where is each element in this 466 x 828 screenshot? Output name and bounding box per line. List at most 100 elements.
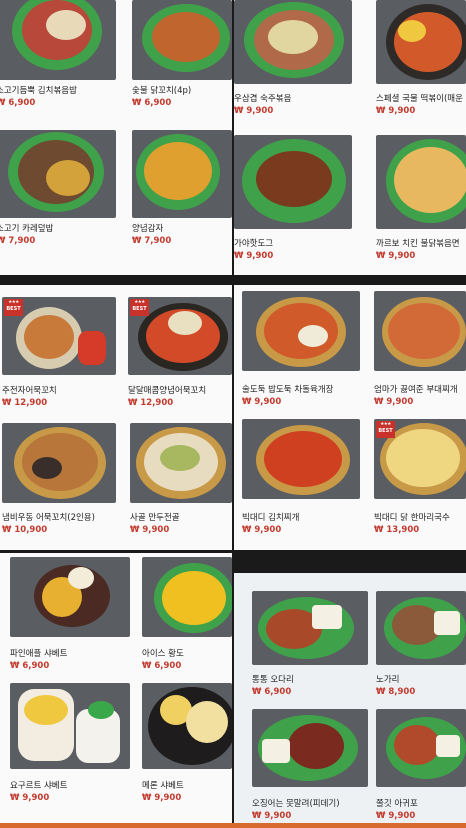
menu-item-name: 숯불 닭꼬치(4p): [132, 86, 192, 96]
menu-item-name: 가야핫도그: [234, 239, 274, 249]
menu-item[interactable]: 요구르트 샤베트 ₩ 9,900: [10, 683, 130, 818]
menu-item-name: 주전자어묵꼬치: [2, 386, 57, 396]
menu-item-name: 술도둑 밥도둑 차돌육개장: [242, 385, 334, 395]
menu-item-name: 빅대디 김치찌개: [242, 513, 300, 523]
menu-item-photo: [234, 0, 352, 84]
menu-item[interactable]: 숯불 닭꼬치(4p) ₩ 6,900: [132, 0, 232, 125]
menu-item-price: ₩ 6,900: [132, 98, 172, 108]
menu-item-price: ₩ 9,900: [374, 397, 414, 407]
menu-item-price: ₩ 9,900: [130, 525, 170, 535]
menu-item-name: 오징어는 못말려(피데기): [252, 799, 340, 809]
menu-item[interactable]: ★★★ BEST 달달매콤양념어묵꼬치 ₩ 12,900: [128, 297, 232, 415]
menu-item[interactable]: 양념감자 ₩ 7,900: [132, 130, 232, 275]
menu-item-photo: [132, 0, 232, 80]
menu-item[interactable]: 가야핫도그 ₩ 9,900: [234, 135, 352, 275]
menu-item-price: ₩ 9,900: [234, 106, 274, 116]
menu-item-name: 사골 만두전골: [130, 513, 180, 523]
menu-item[interactable]: 소고기듬뿍 김치볶음밥 ₩ 6,900: [0, 0, 116, 125]
menu-item[interactable]: 스페셜 국물 떡볶이(매운 ₩ 9,900: [376, 0, 466, 125]
menu-item-price: ₩ 6,900: [142, 661, 182, 671]
menu-item-price: ₩ 8,900: [376, 687, 416, 697]
menu-item[interactable]: 우삼겹 숙주볶음 ₩ 9,900: [234, 0, 352, 125]
menu-item-photo: [142, 683, 232, 769]
menu-panel-5: 파인애플 샤베트 ₩ 6,900 아이스 황도 ₩ 6,900 요구르트 샤베트…: [0, 553, 232, 823]
menu-item-name: 까르보 치킨 불닭볶음면: [376, 239, 460, 249]
menu-item-price: ₩ 12,900: [2, 398, 48, 408]
menu-item-price: ₩ 7,900: [132, 236, 172, 246]
menu-item[interactable]: 통통 오다리 ₩ 6,900: [252, 591, 368, 703]
menu-item-name: 메론 샤베트: [142, 781, 184, 791]
menu-item[interactable]: 노가리 ₩ 8,900: [376, 591, 466, 703]
menu-item-photo: ★★★ BEST: [128, 297, 232, 375]
menu-item-name: 냄비우동 어묵꼬치(2인용): [2, 513, 95, 523]
menu-item-photo: [252, 709, 368, 787]
menu-item-photo: [252, 591, 368, 665]
menu-item-price: ₩ 9,900: [234, 251, 274, 261]
menu-item-photo: [242, 419, 360, 499]
menu-item[interactable]: 엄마가 끓여준 부대찌개 ₩ 9,900: [374, 291, 466, 413]
menu-item-name: 우삼겹 숙주볶음: [234, 94, 292, 104]
menu-item-name: 요구르트 샤베트: [10, 781, 68, 791]
menu-item-name: 빅대디 닭 한마리국수: [374, 513, 450, 523]
menu-item-name: 통통 오다리: [252, 675, 294, 685]
menu-item[interactable]: 파인애플 샤베트 ₩ 6,900: [10, 557, 130, 679]
menu-item-photo: [132, 130, 232, 218]
menu-item-price: ₩ 6,900: [252, 687, 292, 697]
menu-item[interactable]: ★★★ BEST 주전자어묵꼬치 ₩ 12,900: [2, 297, 116, 415]
menu-item[interactable]: 소고기 카레덮밥 ₩ 7,900: [0, 130, 116, 275]
menu-item[interactable]: 빅대디 김치찌개 ₩ 9,900: [242, 419, 360, 543]
menu-item-name: 노가리: [376, 675, 400, 685]
menu-item[interactable]: 오징어는 못말려(피데기) ₩ 9,900: [252, 709, 368, 823]
menu-item-photo: [0, 0, 116, 80]
menu-panel-3: ★★★ BEST 주전자어묵꼬치 ₩ 12,900 ★★★ BEST 달달매콤양념어…: [0, 285, 232, 550]
menu-item-price: ₩ 9,900: [376, 106, 416, 116]
menu-item[interactable]: 까르보 치킨 불닭볶음면 ₩ 9,900: [376, 135, 466, 275]
menu-item-photo: [2, 423, 116, 503]
menu-panel-1: 소고기듬뿍 김치볶음밥 ₩ 6,900 숯불 닭꼬치(4p) ₩ 6,900 소…: [0, 0, 232, 275]
menu-item-price: ₩ 9,900: [242, 397, 282, 407]
menu-panel-2: 우삼겹 숙주볶음 ₩ 9,900 스페셜 국물 떡볶이(매운 ₩ 9,900 가…: [234, 0, 466, 275]
menu-item[interactable]: 메론 샤베트 ₩ 9,900: [142, 683, 232, 818]
menu-item-price: ₩ 13,900: [374, 525, 420, 535]
menu-item-name: 스페셜 국물 떡볶이(매운: [376, 94, 463, 104]
menu-item-photo: ★★★ BEST: [2, 297, 116, 375]
menu-item-name: 아이스 황도: [142, 649, 184, 659]
menu-item-name: 엄마가 끓여준 부대찌개: [374, 385, 458, 395]
menu-item-price: ₩ 6,900: [0, 98, 36, 108]
menu-item-price: ₩ 9,900: [376, 811, 416, 821]
menu-item[interactable]: 쫄깃 아귀포 ₩ 9,900: [376, 709, 466, 823]
menu-item[interactable]: 아이스 황도 ₩ 6,900: [142, 557, 232, 679]
panel-divider: [0, 823, 466, 828]
menu-item-photo: [376, 591, 466, 665]
menu-item-price: ₩ 9,900: [252, 811, 292, 821]
menu-panel-6: 통통 오다리 ₩ 6,900 노가리 ₩ 8,900 오징어는 못말려(피데기)…: [234, 573, 466, 823]
menu-item-name: 파인애플 샤베트: [10, 649, 68, 659]
menu-panel-4: 술도둑 밥도둑 차돌육개장 ₩ 9,900 엄마가 끓여준 부대찌개 ₩ 9,9…: [234, 285, 466, 550]
menu-item-photo: [376, 709, 466, 787]
menu-item-price: ₩ 6,900: [10, 661, 50, 671]
menu-item-photo: [10, 683, 130, 769]
menu-item[interactable]: 사골 만두전골 ₩ 9,900: [130, 423, 232, 543]
menu-item-name: 소고기듬뿍 김치볶음밥: [0, 86, 77, 96]
menu-item-price: ₩ 10,900: [2, 525, 48, 535]
menu-item-price: ₩ 9,900: [376, 251, 416, 261]
menu-item-photo: ★★★ BEST: [374, 419, 466, 499]
menu-item-name: 쫄깃 아귀포: [376, 799, 418, 809]
best-badge: ★★★ BEST: [376, 421, 395, 438]
menu-item[interactable]: 술도둑 밥도둑 차돌육개장 ₩ 9,900: [242, 291, 360, 413]
menu-item-price: ₩ 9,900: [142, 793, 182, 803]
menu-item-photo: [130, 423, 232, 503]
menu-item[interactable]: 냄비우동 어묵꼬치(2인용) ₩ 10,900: [2, 423, 116, 543]
menu-item-photo: [142, 557, 232, 637]
best-badge: ★★★ BEST: [130, 299, 149, 316]
menu-item-photo: [374, 291, 466, 371]
menu-item-name: 소고기 카레덮밥: [0, 224, 54, 234]
menu-item-price: ₩ 9,900: [10, 793, 50, 803]
menu-item[interactable]: ★★★ BEST 빅대디 닭 한마리국수 ₩ 13,900: [374, 419, 466, 543]
menu-item-name: 양념감자: [132, 224, 164, 234]
menu-item-price: ₩ 12,900: [128, 398, 174, 408]
menu-item-photo: [242, 291, 360, 371]
menu-item-photo: [376, 0, 466, 84]
menu-item-name: 달달매콤양념어묵꼬치: [128, 386, 207, 396]
menu-item-photo: [376, 135, 466, 229]
